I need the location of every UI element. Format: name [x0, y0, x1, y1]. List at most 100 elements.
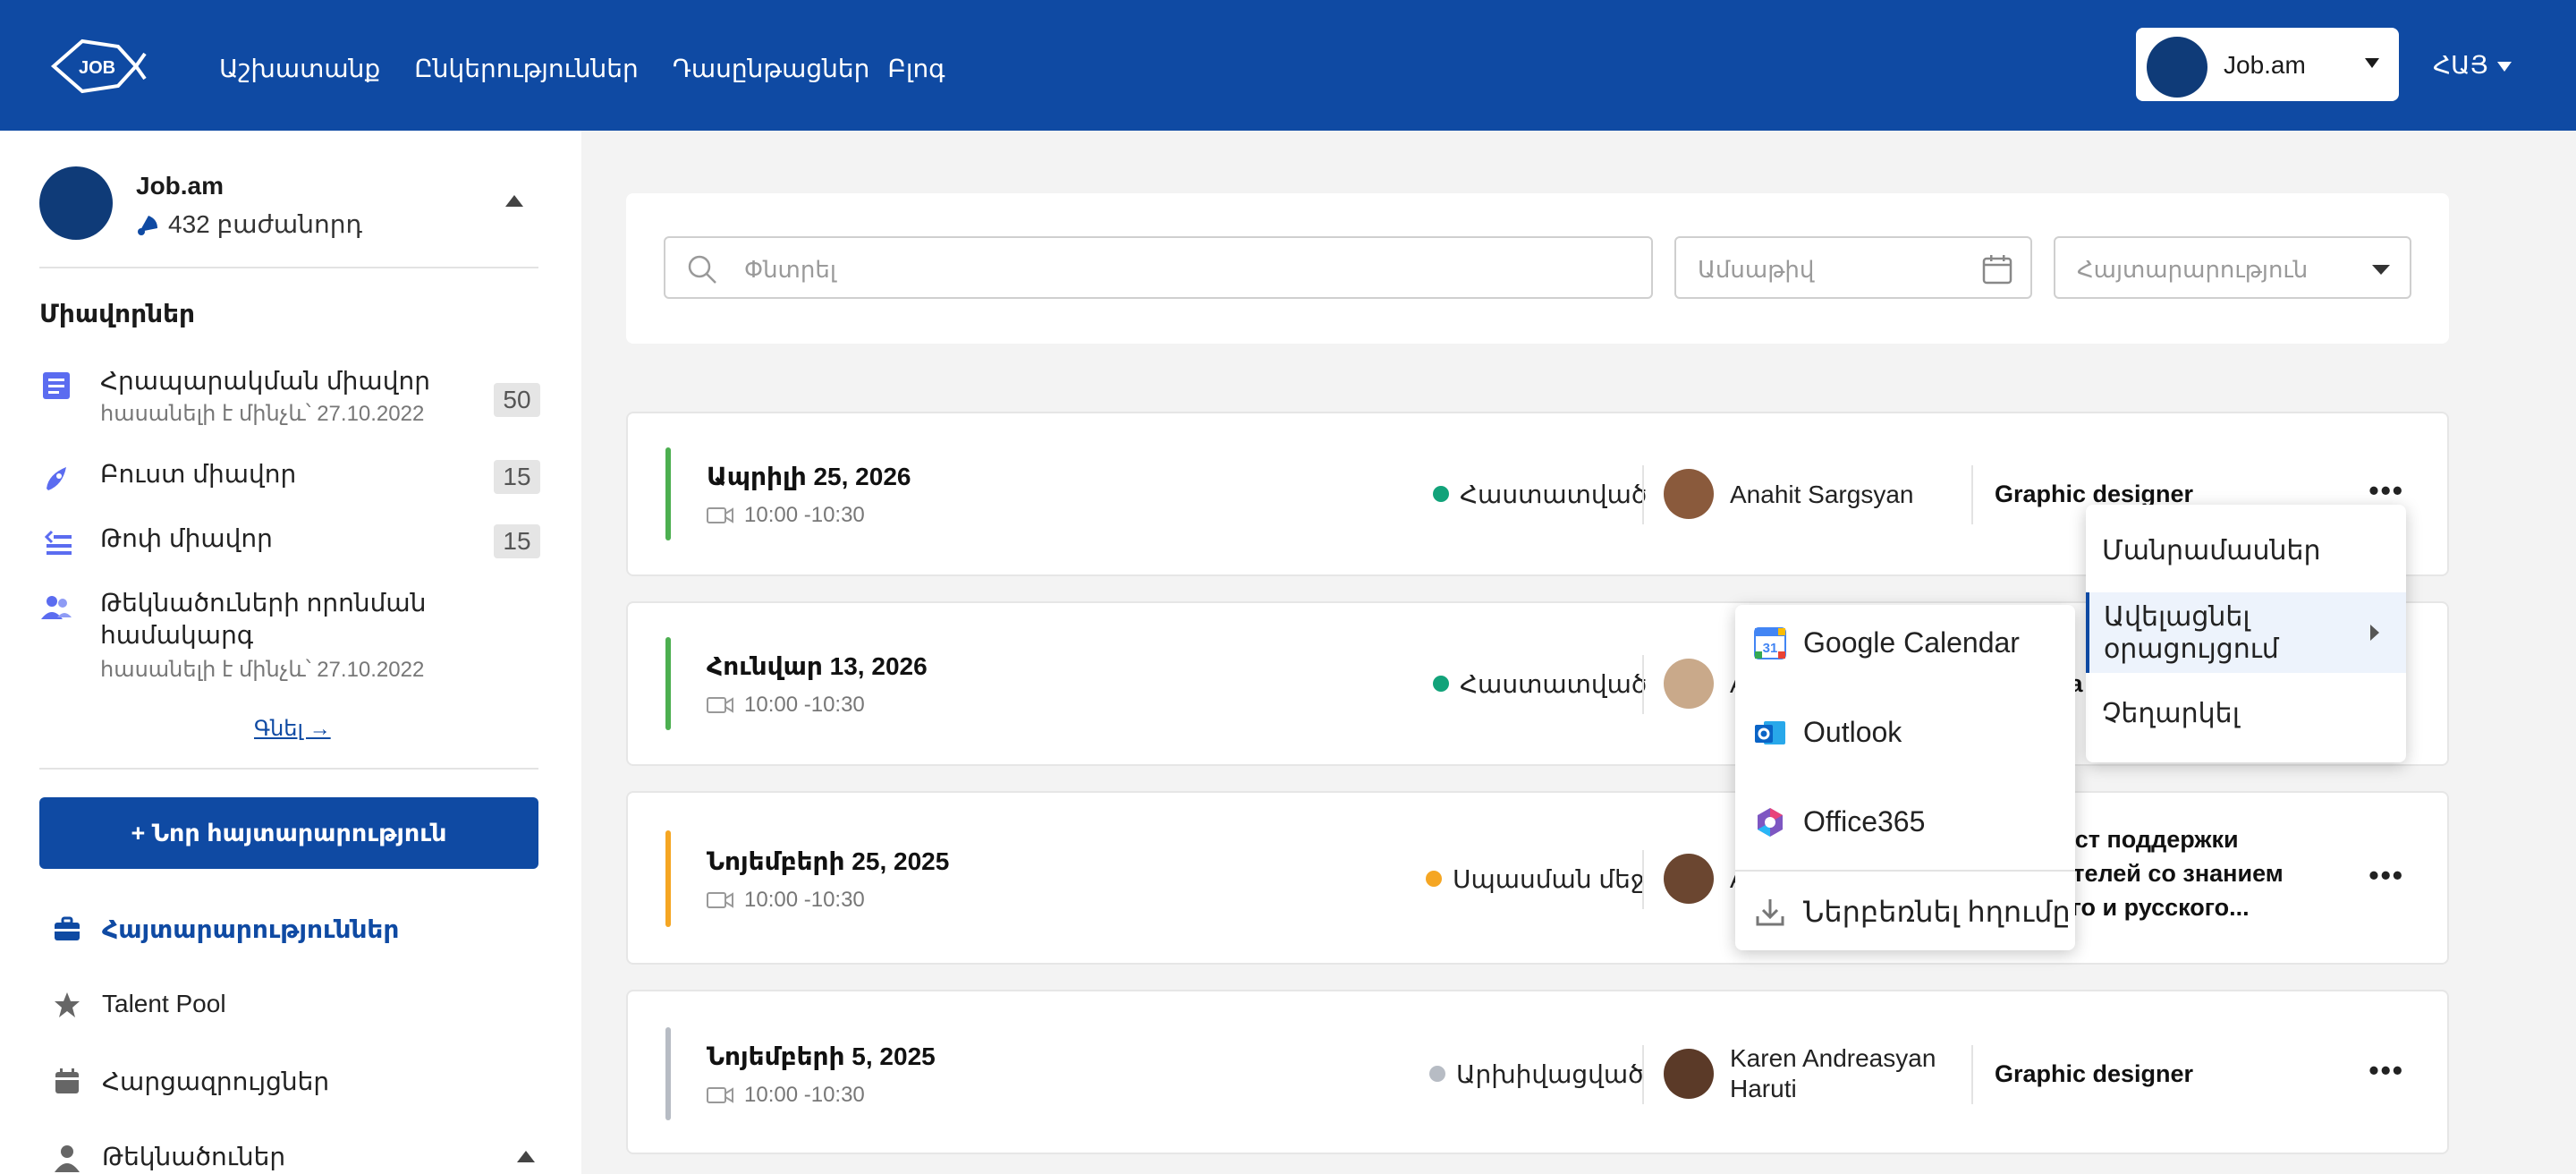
candidate-avatar — [1664, 1049, 1714, 1099]
status-bar — [665, 1027, 671, 1120]
google-calendar-icon: 31 — [1754, 627, 1786, 659]
download-link-option[interactable]: Ներբեռնել հղումը — [1735, 884, 2075, 938]
nav-jobs[interactable]: Աշխատանք — [219, 54, 380, 83]
row-actions-menu: Մանրամասներ Ավելացնել օրացույցում Չեղարկ… — [2086, 505, 2406, 762]
calendar-submenu: 31 Google Calendar Outlook Office365 Ներ… — [1735, 605, 2075, 950]
status-dot — [1433, 676, 1449, 692]
jobam-logo[interactable]: JOB — [47, 34, 147, 98]
option-label: Google Calendar — [1803, 626, 2020, 659]
interview-date: Նոյեմբերի 5, 2025 — [707, 1042, 936, 1070]
time-text: 10:00 -10:30 — [744, 1083, 865, 1107]
org-name: Job.am — [136, 172, 225, 200]
search-icon — [688, 255, 716, 284]
more-options-button[interactable]: ••• — [2368, 859, 2404, 892]
unit-expiry: հասանելի է մինչև՝ 27.10.2022 — [100, 658, 425, 682]
interview-row[interactable]: Նոյեմբերի 5, 2025 10:00 -10:30 Արխիվացվա… — [626, 990, 2449, 1154]
status-text: Արխիվացված — [1456, 1060, 1644, 1088]
unit-label-line2: համակարգ — [100, 621, 254, 649]
candidate-name-line2[interactable]: Haruti — [1730, 1074, 1797, 1104]
status-bar — [665, 830, 671, 927]
status-bar — [665, 637, 671, 730]
interview-date: Հունվար 13, 2026 — [707, 652, 928, 680]
menu-label: Հայտարարություններ — [102, 915, 400, 943]
menu-item-talent-pool[interactable]: Talent Pool — [52, 983, 535, 1027]
new-post-button[interactable]: + Նոր հայտարարություն — [39, 797, 538, 869]
job-title-line[interactable]: вателей со знанием — [2045, 857, 2284, 890]
divider — [1642, 655, 1644, 714]
unit-publication: Հրապարակման միավոր հասանելի է մինչև՝ 27.… — [39, 365, 540, 428]
outlook-option[interactable]: Outlook — [1735, 705, 2075, 759]
menu-cancel[interactable]: Չեղարկել — [2086, 687, 2406, 741]
rocket-icon — [47, 467, 66, 490]
menu-label: Թեկնածուներ — [102, 1143, 286, 1170]
date-placeholder: Ամսաթիվ — [1698, 256, 1815, 283]
add-calendar-label-2: օրացույցում — [2104, 634, 2279, 664]
interview-date: Նոյեմբերի 25, 2025 — [707, 847, 950, 875]
top-navbar: JOB Աշխատանք Ընկերություններ Դասընթացներ… — [0, 0, 2576, 131]
interview-row[interactable]: Նոյեմբերի 25, 2025 10:00 -10:30 Սպասման … — [626, 791, 2449, 965]
video-icon — [707, 697, 733, 713]
chevron-down-icon — [2496, 62, 2512, 72]
menu-add-to-calendar[interactable]: Ավելացնել օրացույցում — [2086, 592, 2406, 673]
chevron-down-icon — [2372, 265, 2390, 275]
candidate-avatar — [1664, 659, 1714, 709]
chevron-up-icon — [517, 1151, 535, 1162]
status-label: Սպասման մեջ — [1426, 864, 1645, 894]
account-switcher[interactable]: Job.am — [2136, 28, 2399, 101]
post-select[interactable]: Հայտարարություն — [2054, 236, 2411, 299]
option-label: Ներբեռնել հղումը — [1803, 896, 2071, 928]
top-list-icon — [44, 530, 72, 555]
account-name: Job.am — [2224, 51, 2306, 79]
office365-option[interactable]: Office365 — [1735, 795, 2075, 848]
users-icon — [41, 596, 72, 619]
nav-courses[interactable]: Դասընթացներ — [673, 54, 870, 83]
time-text: 10:00 -10:30 — [744, 888, 865, 912]
job-title[interactable]: Graphic designer — [1995, 1058, 2193, 1091]
menu-details[interactable]: Մանրամասներ — [2086, 524, 2406, 578]
status-text: Սպասման մեջ — [1453, 865, 1645, 893]
more-options-button[interactable]: ••• — [2368, 474, 2404, 507]
unit-expiry: հասանելի է մինչև՝ 27.10.2022 — [100, 402, 425, 426]
divider — [1642, 1045, 1644, 1104]
interview-time: 10:00 -10:30 — [707, 503, 865, 528]
status-bar — [665, 447, 671, 540]
add-calendar-label-1: Ավելացնել — [2104, 602, 2250, 632]
unit-top: Թոփ միավոր 15 — [39, 523, 540, 562]
date-picker[interactable]: Ամսաթիվ — [1674, 236, 2032, 299]
google-calendar-option[interactable]: 31 Google Calendar — [1735, 616, 2075, 669]
candidate-name[interactable]: Anahit Sargsyan — [1730, 480, 1913, 510]
video-icon — [707, 507, 733, 523]
video-icon — [707, 892, 733, 908]
job-title-line[interactable]: кого и русского... — [2045, 891, 2250, 924]
collapse-icon[interactable] — [505, 195, 523, 207]
interview-time: 10:00 -10:30 — [707, 888, 865, 913]
status-label: Հաստատված — [1433, 669, 1647, 699]
search-input[interactable]: Փնտրել — [664, 236, 1653, 299]
divider — [1971, 465, 1973, 524]
unit-count: 15 — [494, 460, 540, 494]
buy-link[interactable]: Գնել → — [254, 716, 331, 742]
time-text: 10:00 -10:30 — [744, 503, 865, 527]
svg-text:31: 31 — [1763, 641, 1778, 656]
candidate-avatar — [1664, 469, 1714, 519]
interview-time: 10:00 -10:30 — [707, 1083, 865, 1108]
menu-label: Talent Pool — [102, 990, 226, 1017]
menu-label: Հարցազրույցներ — [102, 1068, 330, 1095]
divider — [1971, 1045, 1973, 1104]
outlook-icon — [1755, 721, 1785, 744]
menu-item-interviews[interactable]: Հարցազրույցներ — [52, 1059, 535, 1104]
unit-label: Բուստ միավոր — [100, 460, 297, 488]
bell-icon — [138, 216, 157, 235]
menu-item-candidates[interactable]: Թեկնածուներ — [52, 1135, 535, 1174]
unit-count: 50 — [494, 383, 540, 417]
unit-label: Թեկնածուների որոնման — [100, 589, 427, 617]
language-selector[interactable]: ՀԱՅ — [2433, 50, 2512, 80]
more-options-button[interactable]: ••• — [2368, 1054, 2404, 1087]
menu-item-posts[interactable]: Հայտարարություններ — [52, 907, 535, 952]
nav-blog[interactable]: Բլոգ — [887, 54, 945, 83]
nav-companies[interactable]: Ընկերություններ — [414, 54, 639, 83]
post-placeholder: Հայտարարություն — [2077, 256, 2309, 283]
candidate-name[interactable]: Karen Andreasyan — [1730, 1043, 1936, 1074]
briefcase-icon — [55, 916, 80, 940]
status-text: Հաստատված — [1460, 481, 1648, 508]
